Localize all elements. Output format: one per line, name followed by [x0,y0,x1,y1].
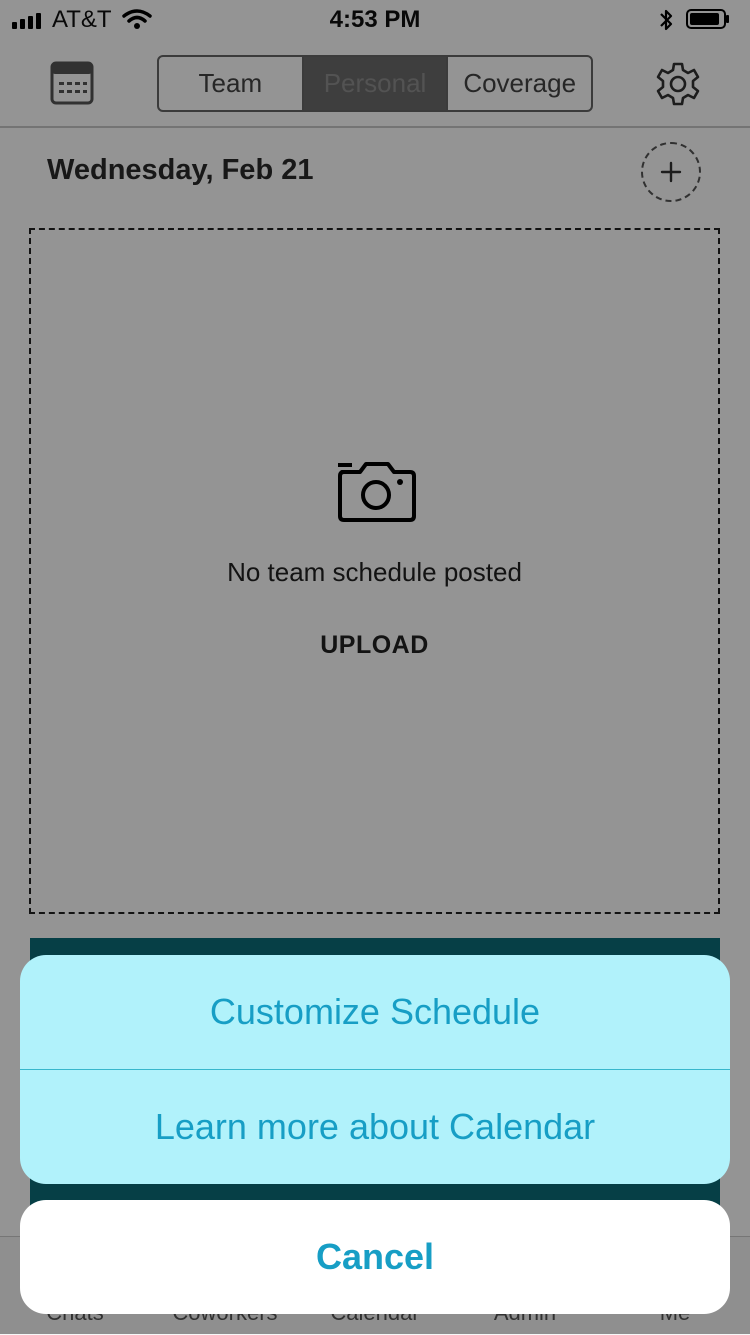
action-sheet-options: Customize Schedule Learn more about Cale… [20,955,730,1184]
customize-schedule-option[interactable]: Customize Schedule [20,955,730,1069]
learn-more-calendar-option[interactable]: Learn more about Calendar [20,1070,730,1184]
cancel-button[interactable]: Cancel [20,1200,730,1314]
